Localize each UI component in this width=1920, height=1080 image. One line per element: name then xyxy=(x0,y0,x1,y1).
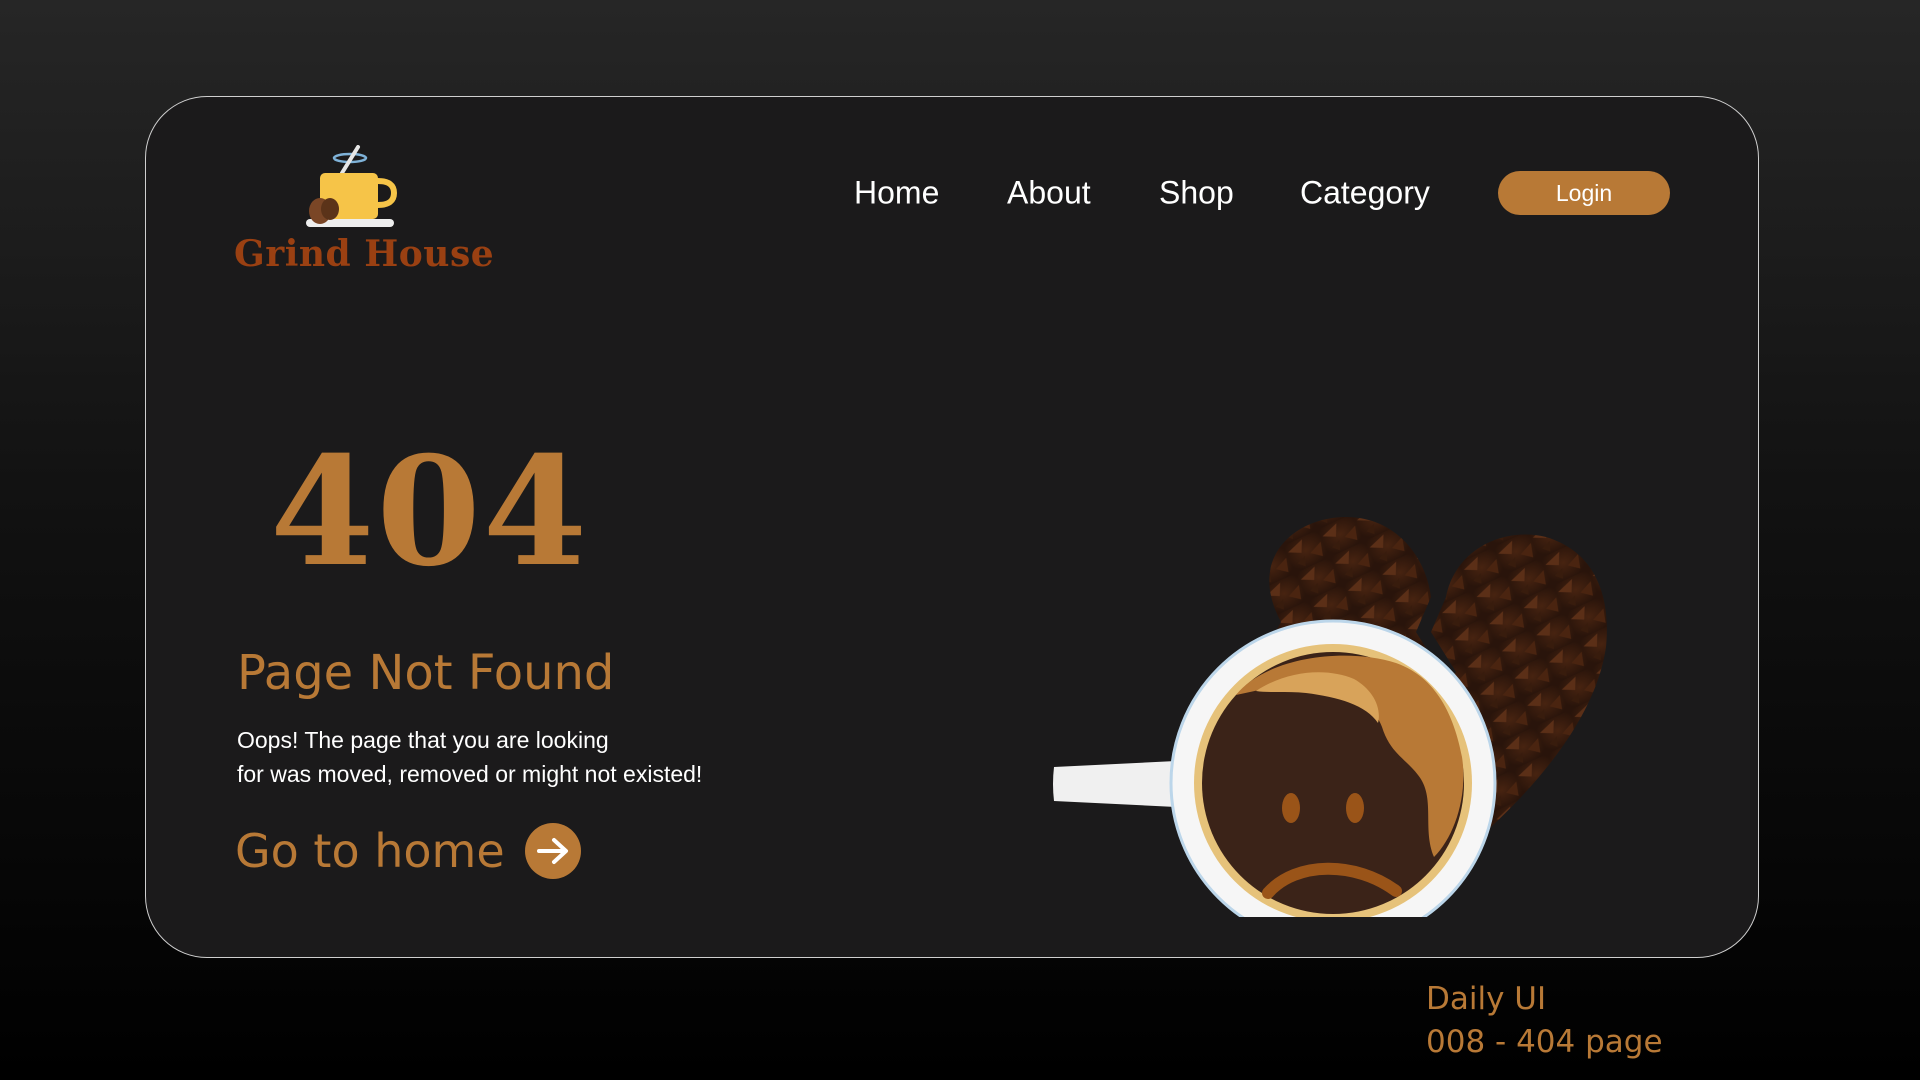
main-panel: Grind House Home About Shop Category Log… xyxy=(145,96,1759,958)
error-code: 404 xyxy=(270,424,590,600)
arrow-right-icon[interactable] xyxy=(524,823,581,879)
sad-coffee-illustration xyxy=(1053,517,1607,917)
coffee-cup-icon xyxy=(306,145,398,227)
credit-line-1: Daily UI xyxy=(1426,981,1547,1017)
error-message: Oops! The page that you are looking for … xyxy=(237,723,797,791)
brand-name: Grind House xyxy=(234,233,495,275)
credit-line-2: 008 - 404 page xyxy=(1426,1024,1663,1060)
go-home-link[interactable]: Go to home xyxy=(235,823,581,879)
go-home-label[interactable]: Go to home xyxy=(235,824,505,878)
error-message-line-1: Oops! The page that you are looking xyxy=(237,727,609,753)
login-button[interactable]: Login xyxy=(1498,171,1670,215)
brand-logo[interactable]: Grind House xyxy=(234,145,495,285)
nav-item-shop[interactable]: Shop xyxy=(1159,175,1234,212)
nav-item-category[interactable]: Category xyxy=(1300,175,1430,212)
page-title: Page Not Found xyxy=(237,645,615,701)
error-message-line-2: for was moved, removed or might not exis… xyxy=(237,761,703,787)
nav-item-home[interactable]: Home xyxy=(854,175,939,212)
nav-item-about[interactable]: About xyxy=(1007,175,1091,212)
credit-text: Daily UI 008 - 404 page xyxy=(1426,978,1663,1064)
